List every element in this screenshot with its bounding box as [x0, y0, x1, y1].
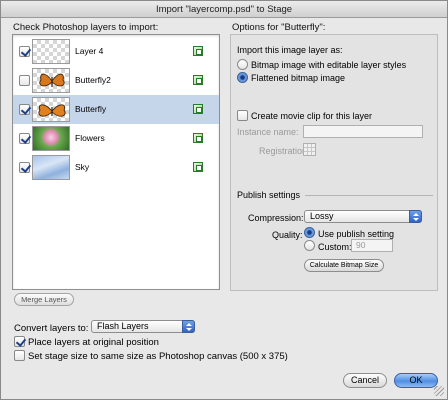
place-layers-checkbox[interactable] [14, 336, 25, 347]
convert-layers-select[interactable]: Flash Layers [91, 320, 195, 333]
instance-name-field[interactable] [303, 125, 423, 138]
select-arrows-icon [182, 320, 195, 333]
options-heading: Options for "Butterfly": [232, 22, 326, 33]
ok-button[interactable]: OK [394, 373, 438, 388]
instance-name-label: Instance name: [237, 127, 299, 137]
bitmap-layer-icon [193, 75, 203, 85]
select-arrows-icon [409, 210, 422, 223]
use-publish-setting-radio[interactable] [304, 227, 315, 238]
flattened-bitmap-radio[interactable] [237, 72, 248, 83]
options-panel: Import this image layer as: Bitmap image… [230, 34, 438, 291]
layer-checkbox[interactable] [19, 162, 30, 173]
bitmap-editable-radio[interactable] [237, 59, 248, 70]
flattened-bitmap-label[interactable]: Flattened bitmap image [251, 73, 345, 83]
layer-checkbox[interactable] [19, 104, 30, 115]
compression-select[interactable]: Lossy [304, 210, 422, 223]
layer-name: Butterfly2 [75, 75, 111, 85]
stage-size-label[interactable]: Set stage size to same size as Photoshop… [28, 351, 288, 362]
convert-layers-value: Flash Layers [97, 321, 149, 331]
layer-row-flowers[interactable]: Flowers [13, 124, 219, 153]
custom-quality-label[interactable]: Custom: [318, 242, 352, 252]
flowers-thumbnail [32, 126, 70, 151]
place-layers-label[interactable]: Place layers at original position [28, 337, 159, 348]
layer-name: Sky [75, 162, 90, 172]
layer-thumbnail [32, 68, 70, 93]
publish-settings-divider [305, 195, 433, 196]
import-as-label: Import this image layer as: [237, 45, 343, 55]
butterfly-thumbnail-icon [38, 104, 66, 117]
layer-name: Layer 4 [75, 46, 104, 56]
layer-row-butterfly2[interactable]: Butterfly2 [13, 66, 219, 95]
compression-value: Lossy [310, 211, 334, 221]
bitmap-layer-icon [193, 104, 203, 114]
layer-row-layer-4[interactable]: Layer 4 [13, 37, 219, 66]
import-dialog: Import "layercomp.psd" to Stage Check Ph… [0, 0, 448, 400]
layer-row-sky[interactable]: Sky [13, 153, 219, 182]
layer-name: Flowers [75, 133, 105, 143]
sky-thumbnail [32, 155, 70, 180]
movie-clip-checkbox[interactable] [237, 110, 248, 121]
layer-checkbox[interactable] [19, 46, 30, 57]
window-title: Import "layercomp.psd" to Stage [1, 1, 447, 18]
custom-quality-field[interactable]: 90 [351, 239, 393, 252]
butterfly-thumbnail-icon [39, 73, 65, 87]
layer-name: Butterfly [75, 104, 107, 114]
stage-size-checkbox[interactable] [14, 350, 25, 361]
registration-grid-icon[interactable] [303, 143, 316, 156]
bitmap-layer-icon [193, 133, 203, 143]
resize-grip-icon[interactable] [434, 386, 444, 396]
layer-thumbnail [32, 97, 70, 122]
merge-layers-button[interactable]: Merge Layers [14, 293, 74, 306]
use-publish-setting-label[interactable]: Use publish setting [318, 229, 394, 239]
layers-heading: Check Photoshop layers to import: [13, 22, 159, 33]
convert-layers-label: Convert layers to: [14, 323, 89, 334]
layer-checkbox[interactable] [19, 133, 30, 144]
registration-label: Registration: [259, 146, 310, 156]
calculate-bitmap-size-button[interactable]: Calculate Bitmap Size [304, 259, 384, 272]
movie-clip-label[interactable]: Create movie clip for this layer [251, 111, 372, 121]
custom-quality-radio[interactable] [304, 240, 315, 251]
bitmap-layer-icon [193, 46, 203, 56]
layer-row-butterfly[interactable]: Butterfly [13, 95, 219, 124]
cancel-button[interactable]: Cancel [343, 373, 387, 388]
bitmap-editable-label[interactable]: Bitmap image with editable layer styles [251, 60, 406, 70]
compression-label: Compression: [248, 213, 304, 223]
quality-label: Quality: [272, 230, 303, 240]
layer-thumbnail [32, 39, 70, 64]
layer-checkbox[interactable] [19, 75, 30, 86]
publish-settings-label: Publish settings [237, 190, 301, 200]
bitmap-layer-icon [193, 162, 203, 172]
layers-list[interactable]: Layer 4 Butterfly2 Butterfly Flowers Sky [12, 34, 220, 290]
